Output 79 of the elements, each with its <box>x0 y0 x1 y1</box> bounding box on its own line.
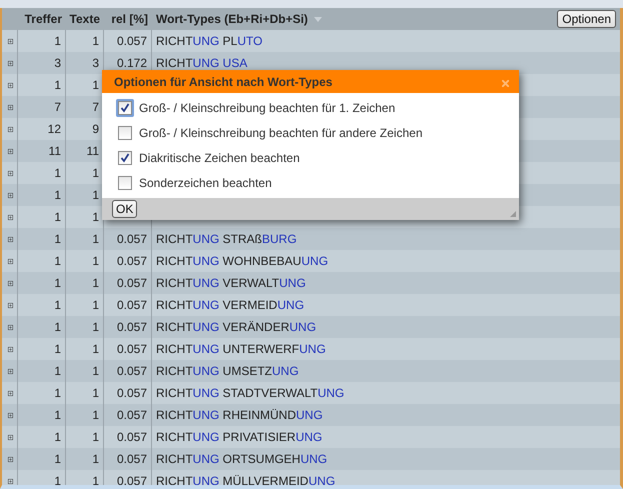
table-cell: 1 <box>92 210 99 224</box>
table-cell: 1 <box>92 298 99 312</box>
table-cell: 1 <box>54 34 61 48</box>
word-type: RICHTUNG STRAßBURG <box>156 232 297 246</box>
option-label: Groß- / Kleinschreibung beachten für 1. Zeichen <box>139 101 396 116</box>
table-cell: 1 <box>92 342 99 356</box>
table-cell: 1 <box>54 188 61 202</box>
column-header: Wort-Types (Eb+Ri+Db+Si) <box>156 12 308 26</box>
table-cell: 0.057 <box>116 364 147 378</box>
table-cell: 1 <box>92 254 99 268</box>
table-cell: 1 <box>54 210 61 224</box>
word-type: RICHTUNG VERMEIDUNG <box>156 298 304 312</box>
table-cell: 1 <box>54 254 61 268</box>
dialog-title: Optionen für Ansicht nach Wort-Types <box>102 70 519 94</box>
table-cell: 1 <box>54 474 61 485</box>
table-cell: 1 <box>54 452 61 466</box>
table-cell: 1 <box>54 78 61 92</box>
table-cell: 1 <box>54 342 61 356</box>
table-cell: 7 <box>92 100 99 114</box>
table-cell: 1 <box>54 430 61 444</box>
option-label: Sonderzeichen beachten <box>139 176 272 190</box>
table-cell: 1 <box>92 78 99 92</box>
word-type: RICHTUNG UNTERWERFUNG <box>156 342 326 356</box>
table-cell: 0.057 <box>116 474 147 485</box>
table-cell: 0.057 <box>116 452 147 466</box>
table-cell: 1 <box>92 452 99 466</box>
word-type: RICHTUNG MÜLLVERMEIDUNG <box>156 474 336 485</box>
word-type: RICHTUNG VERWALTUNG <box>156 276 306 290</box>
word-type: RICHTUNG VERÄNDERUNG <box>156 320 316 334</box>
table-cell: 3 <box>92 56 99 70</box>
table-cell: 1 <box>92 276 99 290</box>
table-cell: 11 <box>86 144 99 158</box>
table-cell: 1 <box>92 34 99 48</box>
word-type: RICHTUNG UMSETZUNG <box>156 364 299 378</box>
word-type: RICHTUNG WOHNBEBAUUNG <box>156 254 328 268</box>
word-type: RICHTUNG USA <box>156 56 248 70</box>
table-cell: 0.057 <box>116 320 147 334</box>
table-cell: 1 <box>92 386 99 400</box>
table-cell: 11 <box>48 144 61 158</box>
table-cell: 1 <box>54 232 61 246</box>
table-cell: 0.057 <box>116 34 147 48</box>
word-type: RICHTUNG ORTSUMGEHUNG <box>156 452 328 466</box>
table-cell: 0.057 <box>116 342 147 356</box>
word-type: RICHTUNG PLUTO <box>156 34 262 48</box>
table-cell: 1 <box>92 474 99 485</box>
table-cell: 0.057 <box>116 408 147 422</box>
table-cell: 7 <box>54 100 61 114</box>
table-cell: 1 <box>54 276 61 290</box>
table-cell: 3 <box>54 56 61 70</box>
option-label: Diakritische Zeichen beachten <box>139 151 300 166</box>
table-cell: 0.057 <box>116 386 147 400</box>
table-cell: 1 <box>54 364 61 378</box>
word-type: RICHTUNG RHEINMÜNDUNG <box>156 408 323 422</box>
table-cell: 1 <box>54 166 61 180</box>
table-cell: 1 <box>92 364 99 378</box>
table-cell: 0.057 <box>116 430 147 444</box>
table-cell: 9 <box>92 122 99 136</box>
table-cell: 12 <box>48 122 61 136</box>
table-cell: 1 <box>54 298 61 312</box>
table-cell: 1 <box>54 408 61 422</box>
table-cell: 1 <box>92 408 99 422</box>
option-label: Groß- / Kleinschreibung beachten für andere Zeichen <box>139 126 422 140</box>
column-header: Texte <box>70 12 100 26</box>
table-cell: 1 <box>92 166 99 180</box>
column-header: Treffer <box>24 12 62 26</box>
table-cell: 0.057 <box>116 276 147 290</box>
table-cell: 1 <box>54 386 61 400</box>
column-header: rel [%] <box>111 12 148 26</box>
table-cell: 1 <box>54 320 61 334</box>
word-type: RICHTUNG PRIVATISIERUNG <box>156 430 322 444</box>
table-cell: 1 <box>92 320 99 334</box>
table-cell: 1 <box>92 430 99 444</box>
table-cell: 0.057 <box>116 254 147 268</box>
table-cell: 1 <box>92 188 99 202</box>
table-cell: 0.057 <box>116 298 147 312</box>
table-cell: 0.172 <box>116 56 147 70</box>
table-cell: 0.057 <box>116 232 147 246</box>
word-type: RICHTUNG STADTVERWALTUNG <box>156 386 344 400</box>
table-cell: 1 <box>92 232 99 246</box>
